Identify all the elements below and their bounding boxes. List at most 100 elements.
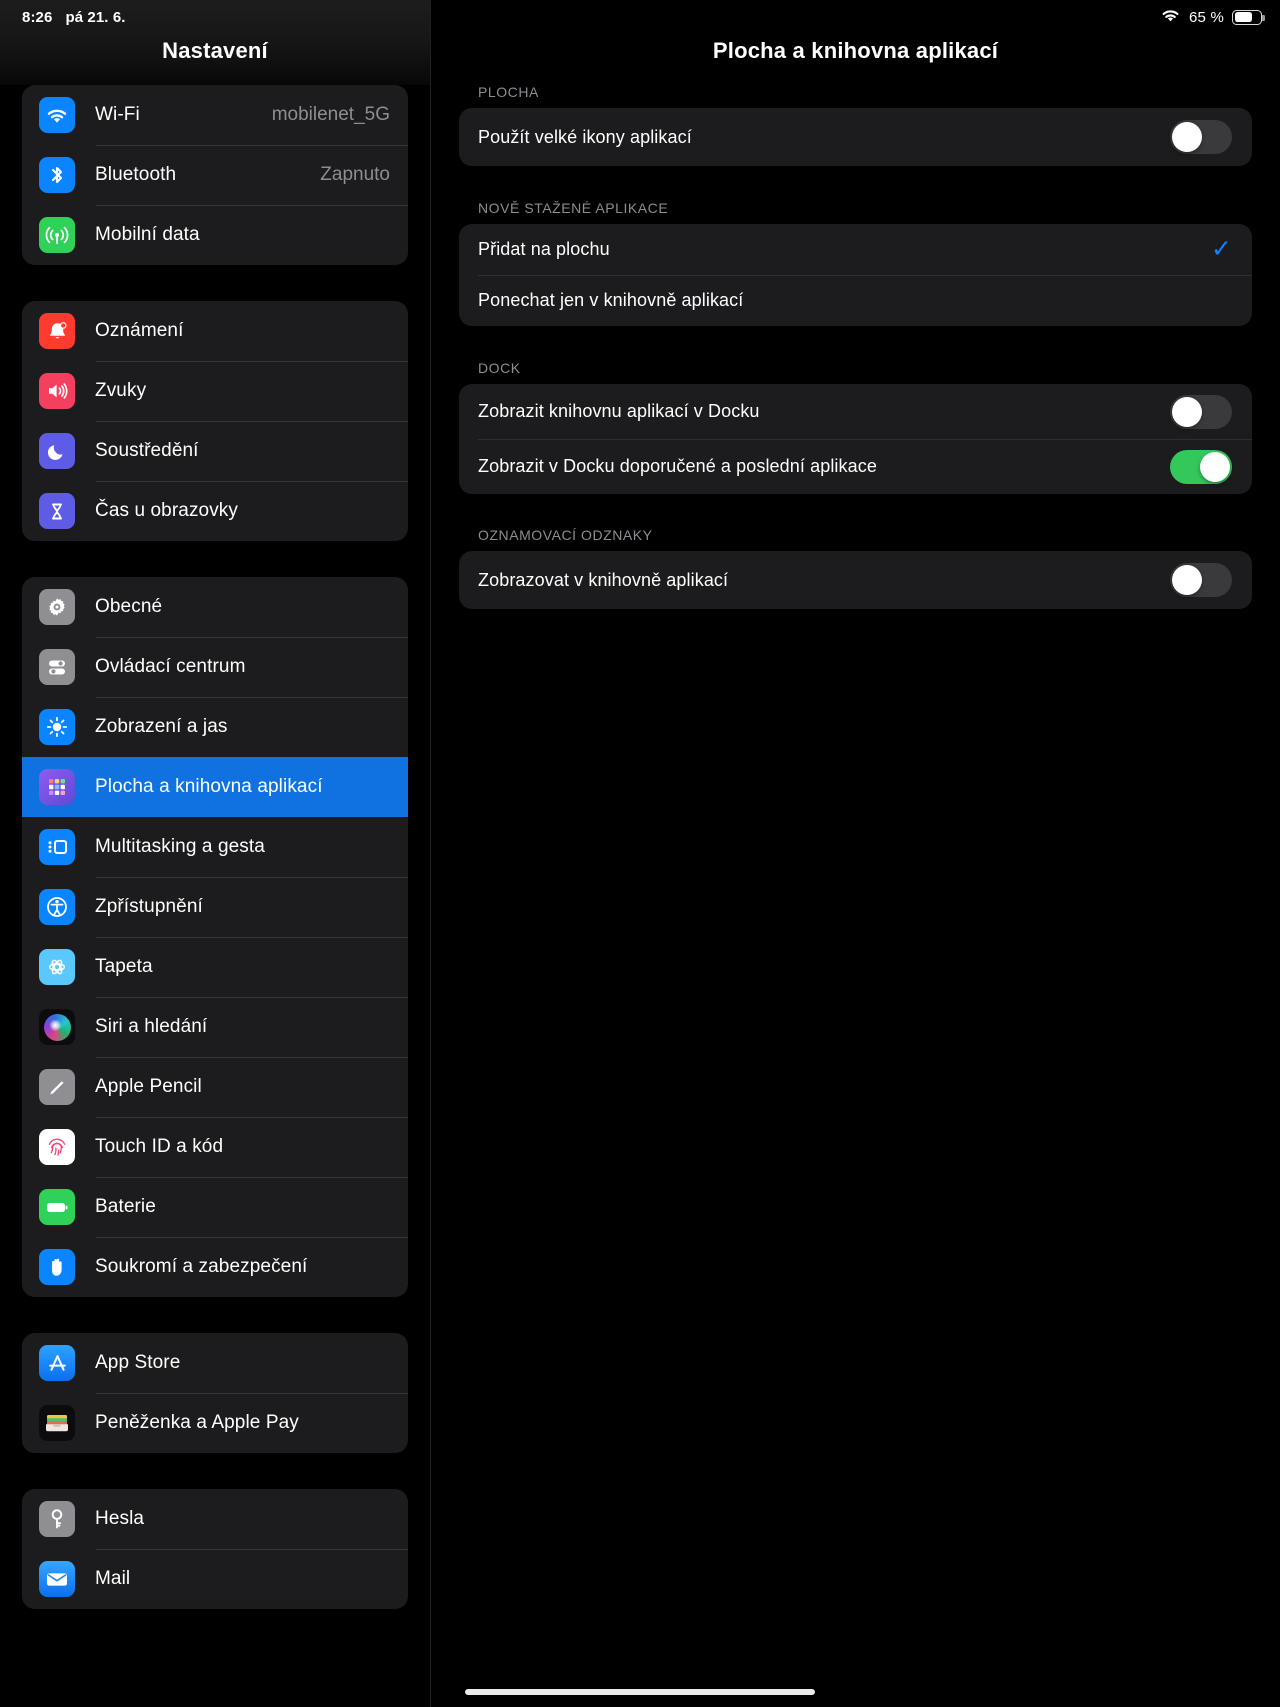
sidebar-item-label: Tapeta	[95, 956, 153, 977]
row-app-library-only[interactable]: Ponechat jen v knihovně aplikací	[459, 275, 1252, 326]
sidebar-item-general[interactable]: Obecné	[22, 577, 408, 637]
sidebar-item-passwords[interactable]: Hesla	[22, 1489, 408, 1549]
sidebar-item-mail[interactable]: Mail	[22, 1549, 408, 1609]
sidebar-item-app-store[interactable]: App Store	[22, 1333, 408, 1393]
sidebar-group-system: Obecné Ovládací centrum Zobrazení a jas …	[22, 577, 408, 1297]
row-show-suggested-recent-apps[interactable]: Zobrazit v Docku doporučené a poslední a…	[459, 439, 1252, 494]
sidebar-item-label: Zvuky	[95, 380, 147, 401]
moon-icon	[39, 433, 75, 469]
sidebar-item-wallpaper[interactable]: Tapeta	[22, 937, 408, 997]
toggle-knob	[1172, 396, 1202, 427]
hourglass-icon	[39, 493, 75, 529]
section-dock: DOCK Zobrazit knihovnu aplikací v Docku …	[459, 360, 1252, 494]
sidebar-group-alerts: Oznámení Zvuky Soustředění Čas u obrazov…	[22, 301, 408, 541]
gear-icon	[39, 589, 75, 625]
sidebar-item-control-center[interactable]: Ovládací centrum	[22, 637, 408, 697]
battery-icon	[39, 1189, 75, 1225]
sidebar-item-multitasking[interactable]: Multitasking a gesta	[22, 817, 408, 877]
sidebar-item-label: Hesla	[95, 1508, 145, 1529]
sidebar-item-label: Soustředění	[95, 440, 199, 461]
hand-icon	[39, 1249, 75, 1285]
sidebar-item-label: Soukromí a zabezpečení	[95, 1256, 308, 1277]
sidebar-item-display[interactable]: Zobrazení a jas	[22, 697, 408, 757]
sidebar-item-privacy[interactable]: Soukromí a zabezpečení	[22, 1237, 408, 1297]
sidebar-item-label: Wi-Fi	[95, 104, 140, 125]
sidebar-item-label: Zobrazení a jas	[95, 716, 228, 737]
sidebar-scroll-area[interactable]: Wi-Fi mobilenet_5G Bluetooth Zapnuto Mob…	[0, 0, 430, 1707]
bell-icon	[39, 313, 75, 349]
sidebar-group-connectivity: Wi-Fi mobilenet_5G Bluetooth Zapnuto Mob…	[22, 85, 408, 265]
sidebar-item-label: Baterie	[95, 1196, 156, 1217]
checkmark-icon: ✓	[1211, 235, 1232, 263]
settings-card: Přidat na plochu ✓ Ponechat jen v knihov…	[459, 224, 1252, 326]
mail-icon	[39, 1561, 75, 1597]
app-store-icon	[39, 1345, 75, 1381]
accessibility-icon	[39, 889, 75, 925]
sidebar-item-accessibility[interactable]: Zpřístupnění	[22, 877, 408, 937]
sidebar-item-cellular[interactable]: Mobilní data	[22, 205, 408, 265]
row-label: Zobrazit knihovnu aplikací v Docku	[478, 401, 760, 421]
battery-nub	[1262, 15, 1265, 21]
sidebar-item-wallet[interactable]: Peněženka a Apple Pay	[22, 1393, 408, 1453]
sidebar-item-label: Zpřístupnění	[95, 896, 203, 917]
section-header: OZNAMOVACÍ ODZNAKY	[478, 527, 653, 543]
detail-title: Plocha a knihovna aplikací	[712, 38, 999, 63]
key-icon	[39, 1501, 75, 1537]
control-center-icon	[39, 649, 75, 685]
settings-sidebar[interactable]: Wi-Fi mobilenet_5G Bluetooth Zapnuto Mob…	[0, 0, 430, 1707]
section-header: PLOCHA	[478, 84, 539, 100]
show-app-library-in-dock-toggle[interactable]	[1170, 394, 1232, 429]
fingerprint-icon	[39, 1129, 75, 1165]
sidebar-item-apple-pencil[interactable]: Apple Pencil	[22, 1057, 408, 1117]
row-large-app-icons[interactable]: Použít velké ikony aplikací	[459, 108, 1252, 166]
sidebar-item-screentime[interactable]: Čas u obrazovky	[22, 481, 408, 541]
cellular-icon	[39, 217, 75, 253]
sidebar-item-focus[interactable]: Soustředění	[22, 421, 408, 481]
row-label: Přidat na plochu	[478, 239, 610, 259]
sidebar-item-label: Plocha a knihovna aplikací	[95, 776, 323, 797]
show-suggested-recent-apps-toggle[interactable]	[1170, 449, 1232, 484]
sidebar-item-label: Peněženka a Apple Pay	[95, 1412, 299, 1433]
bluetooth-icon	[39, 157, 75, 193]
row-add-to-home-screen[interactable]: Přidat na plochu ✓	[459, 224, 1252, 275]
siri-icon	[39, 1009, 75, 1045]
row-show-in-app-library[interactable]: Zobrazovat v knihovně aplikací	[459, 551, 1252, 609]
sidebar-item-value: mobilenet_5G	[271, 104, 390, 125]
sidebar-item-touch-id[interactable]: Touch ID a kód	[22, 1117, 408, 1177]
sidebar-item-battery[interactable]: Baterie	[22, 1177, 408, 1237]
pencil-icon	[39, 1069, 75, 1105]
toggle-knob	[1200, 451, 1230, 482]
status-bar: 8:26 pá 21. 6. 65 %	[0, 0, 1280, 34]
sidebar-item-label: Ovládací centrum	[95, 656, 246, 677]
row-label: Použít velké ikony aplikací	[478, 126, 692, 147]
sidebar-item-home-screen[interactable]: Plocha a knihovna aplikací	[22, 757, 408, 817]
sidebar-item-sounds[interactable]: Zvuky	[22, 361, 408, 421]
section-newly-downloaded: NOVĚ STAŽENÉ APLIKACE Přidat na plochu ✓…	[459, 200, 1252, 326]
wallet-icon	[39, 1405, 75, 1441]
toggle-knob	[1172, 565, 1202, 595]
battery-icon	[1232, 9, 1265, 25]
status-bar-date: pá 21. 6.	[65, 8, 126, 26]
sidebar-item-notifications[interactable]: Oznámení	[22, 301, 408, 361]
status-bar-time: 8:26	[22, 8, 53, 26]
home-indicator[interactable]	[465, 1689, 815, 1695]
large-app-icons-toggle[interactable]	[1170, 120, 1232, 154]
sidebar-item-siri[interactable]: Siri a hledání	[22, 997, 408, 1057]
sidebar-item-bluetooth[interactable]: Bluetooth Zapnuto	[22, 145, 408, 205]
toggle-knob	[1172, 122, 1202, 152]
row-show-app-library-in-dock[interactable]: Zobrazit knihovnu aplikací v Docku	[459, 384, 1252, 439]
show-badges-in-app-library-toggle[interactable]	[1170, 563, 1232, 597]
section-notification-badges: OZNAMOVACÍ ODZNAKY Zobrazovat v knihovně…	[459, 527, 1252, 609]
sidebar-item-label: Apple Pencil	[95, 1076, 202, 1097]
sidebar-item-label: Mail	[95, 1568, 131, 1589]
settings-card: Použít velké ikony aplikací	[459, 108, 1252, 166]
sidebar-item-label: Mobilní data	[95, 224, 200, 245]
row-label: Zobrazit v Docku doporučené a poslední a…	[478, 456, 877, 476]
wifi-icon	[1160, 7, 1181, 27]
sidebar-item-label: Siri a hledání	[95, 1016, 208, 1037]
sidebar-item-label: App Store	[95, 1352, 181, 1373]
row-label: Ponechat jen v knihovně aplikací	[478, 290, 744, 310]
sidebar-item-wifi[interactable]: Wi-Fi mobilenet_5G	[22, 85, 408, 145]
section-plocha: PLOCHA Použít velké ikony aplikací	[459, 84, 1252, 166]
sidebar-group-store: App Store Peněženka a Apple Pay	[22, 1333, 408, 1453]
